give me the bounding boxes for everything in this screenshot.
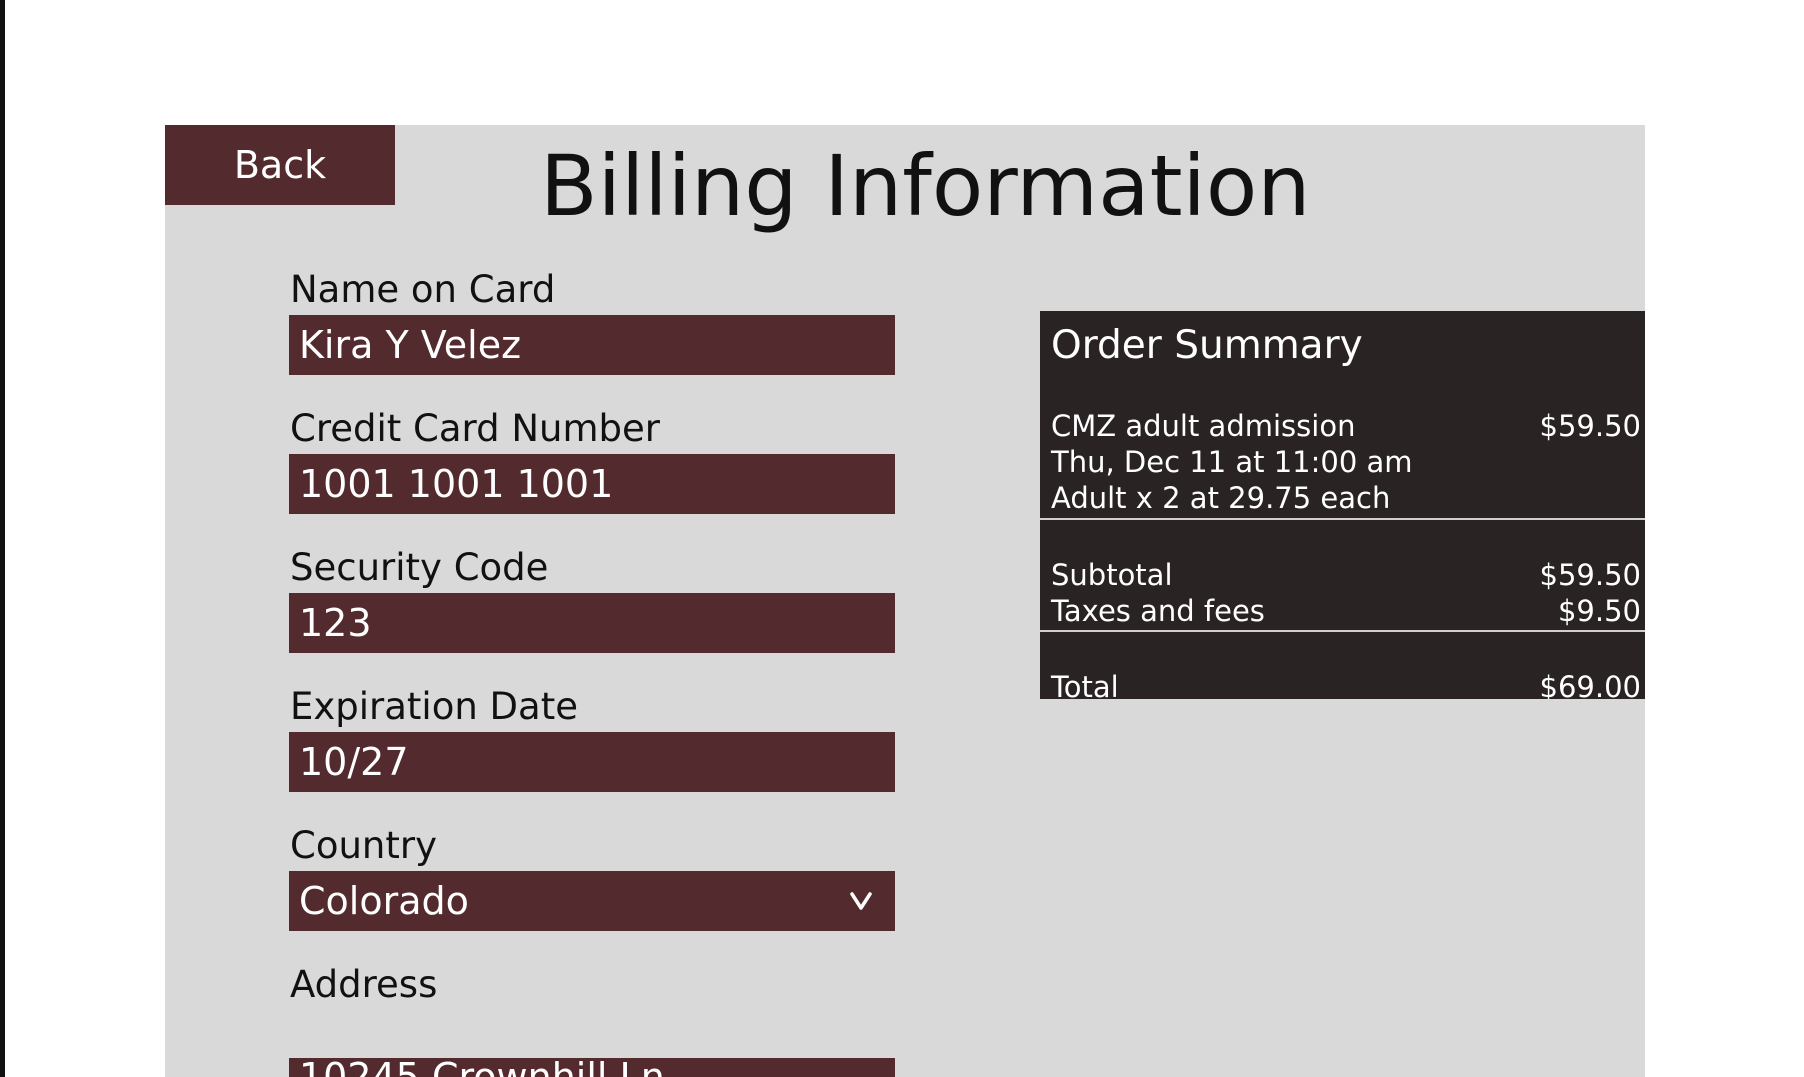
country-select-value: Colorado — [299, 879, 469, 923]
security-code-field[interactable]: 123 — [289, 593, 895, 653]
taxes-value: $9.50 — [1557, 594, 1641, 628]
country-select[interactable]: Colorado — [289, 871, 895, 931]
address-field-value: 10245 Crownhill Ln — [299, 1058, 665, 1077]
item-quantity: Adult x 2 at 29.75 each — [1051, 481, 1391, 515]
order-summary: Order Summary CMZ adult admission $59.50… — [1040, 311, 1645, 699]
window-edge — [0, 0, 5, 1077]
country-label: Country — [290, 824, 437, 867]
security-code-label: Security Code — [290, 546, 549, 589]
address-label: Address — [290, 963, 438, 1006]
subtotal-value: $59.50 — [1539, 558, 1641, 592]
name-on-card-field[interactable]: Kira Y Velez — [289, 315, 895, 375]
order-summary-title: Order Summary — [1051, 323, 1363, 368]
expiration-date-label: Expiration Date — [290, 685, 578, 728]
credit-card-number-field[interactable]: 1001 1001 1001 — [289, 454, 895, 514]
expiration-date-field[interactable]: 10/27 — [289, 732, 895, 792]
billing-panel: Back Billing Information Name on Card Ki… — [165, 125, 1645, 1077]
subtotal-label: Subtotal — [1051, 558, 1173, 592]
item-name: CMZ adult admission — [1051, 409, 1356, 443]
name-on-card-label: Name on Card — [290, 268, 556, 311]
page-title: Billing Information — [540, 137, 1311, 235]
taxes-label: Taxes and fees — [1051, 594, 1265, 628]
item-price: $59.50 — [1539, 409, 1641, 443]
credit-card-number-label: Credit Card Number — [290, 407, 660, 450]
address-field[interactable]: 10245 Crownhill Ln — [289, 1058, 895, 1077]
back-button[interactable]: Back — [165, 125, 395, 205]
chevron-down-icon[interactable] — [849, 884, 873, 914]
summary-divider — [1040, 518, 1645, 520]
total-value: $69.00 — [1539, 670, 1641, 699]
item-date: Thu, Dec 11 at 11:00 am — [1051, 445, 1413, 479]
summary-divider — [1040, 630, 1645, 632]
total-label: Total — [1051, 670, 1119, 699]
